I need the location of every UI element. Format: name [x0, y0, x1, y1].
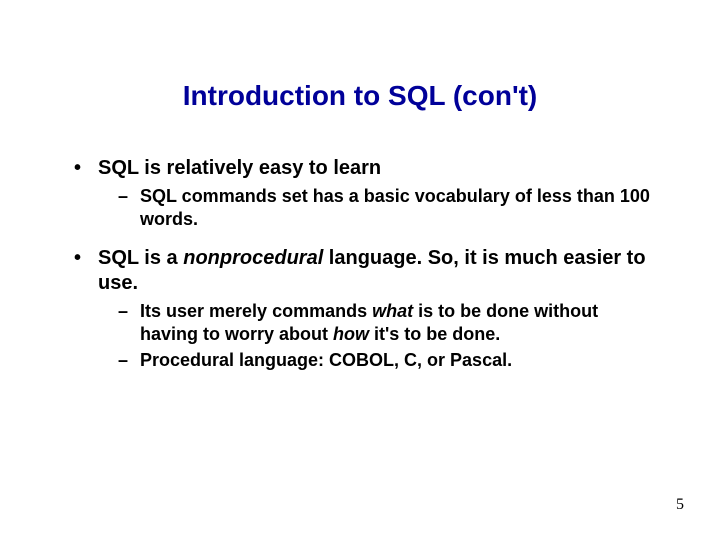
slide: Introduction to SQL (con't) SQL is relat… — [0, 0, 720, 540]
page-number: 5 — [676, 496, 684, 514]
list-item: Procedural language: COBOL, C, or Pascal… — [118, 349, 660, 372]
bullet-text: SQL is relatively easy to learn — [98, 157, 381, 179]
list-item: SQL commands set has a basic vocabulary … — [118, 185, 660, 230]
bullet-list: SQL is relatively easy to learn SQL comm… — [74, 156, 660, 372]
bullet-text-post: it's to be done. — [369, 324, 500, 344]
list-item: SQL is relatively easy to learn SQL comm… — [74, 156, 660, 230]
bullet-text-em: how — [333, 324, 369, 344]
bullet-text: SQL commands set has a basic vocabulary … — [140, 186, 650, 229]
bullet-text-em: what — [372, 301, 413, 321]
list-item: Its user merely commands what is to be d… — [118, 300, 660, 345]
bullet-text: Procedural language: COBOL, C, or Pascal… — [140, 350, 512, 370]
sub-list: Its user merely commands what is to be d… — [118, 300, 660, 372]
list-item: SQL is a nonprocedural language. So, it … — [74, 246, 660, 372]
bullet-text-pre: SQL is a — [98, 247, 183, 269]
sub-list: SQL commands set has a basic vocabulary … — [118, 185, 660, 230]
slide-title: Introduction to SQL (con't) — [60, 80, 660, 112]
bullet-text-em: nonprocedural — [183, 247, 323, 269]
bullet-text-pre: Its user merely commands — [140, 301, 372, 321]
